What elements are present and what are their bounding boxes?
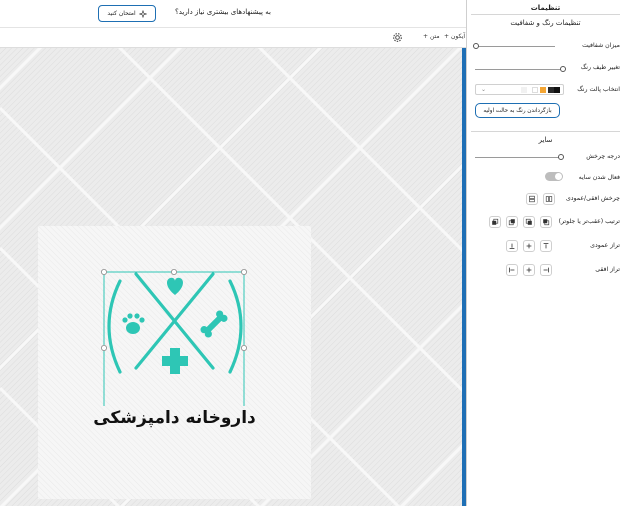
layer-icon <box>508 219 515 226</box>
opacity-slider-track[interactable] <box>475 46 555 47</box>
palette-select[interactable]: ⌄ <box>475 84 564 95</box>
palette-swatch <box>554 87 560 93</box>
align-right-icon <box>543 267 549 273</box>
palette-swatch <box>521 87 527 93</box>
palette-swatch <box>540 87 546 93</box>
shadow-label: فعال شدن سایه <box>578 174 620 181</box>
hue-label: تغییر طیف رنگ <box>580 64 620 71</box>
divider <box>471 14 620 15</box>
try-suggestions-button[interactable]: امتحان کنید <box>98 5 156 22</box>
layer-icon <box>543 219 550 226</box>
flip-label: چرخش افقی/عمودی <box>565 195 620 202</box>
flip-horizontal-icon <box>545 196 553 202</box>
artboard[interactable]: داروخانه دامپزشکی <box>38 226 311 499</box>
chevron-down-icon: ⌄ <box>481 86 487 93</box>
logo-left-arc <box>107 279 122 374</box>
vertical-align-label: تراز عمودی <box>590 242 620 249</box>
align-right-button[interactable] <box>540 264 552 276</box>
top-bar: به پیشنهادهای بیشتری نیاز دارید؟ امتحان … <box>0 0 466 28</box>
paw-icon <box>122 313 145 334</box>
layer-icon <box>525 218 532 225</box>
settings-panel: تنظیمات تنظیمات رنگ و شفافیت میزان شفافی… <box>466 0 624 506</box>
add-icon-button[interactable]: + آیکون <box>444 33 465 40</box>
align-left-icon <box>509 267 515 273</box>
opacity-label: میزان شفافیت <box>582 42 620 49</box>
rotation-slider-track[interactable] <box>475 157 560 158</box>
bring-front-button[interactable] <box>540 216 552 228</box>
heart-icon <box>167 277 183 295</box>
suggestion-prompt: به پیشنهادهای بیشتری نیاز دارید؟ <box>175 8 271 16</box>
color-section-title: تنظیمات رنگ و شفافیت <box>510 19 581 27</box>
align-bottom-button[interactable] <box>506 240 518 252</box>
palette-swatch <box>532 87 538 93</box>
logo-right-arc <box>228 279 243 374</box>
align-middle-button[interactable] <box>523 240 535 252</box>
align-center-button[interactable] <box>523 264 535 276</box>
medical-cross-icon <box>162 348 188 374</box>
design-canvas[interactable]: داروخانه دامپزشکی <box>0 48 466 506</box>
shadow-toggle[interactable] <box>545 172 563 181</box>
palette-label: انتخاب پالت رنگ <box>577 86 620 93</box>
logo-graphic[interactable] <box>38 226 311 406</box>
bone-icon <box>200 310 228 338</box>
rotation-label: درجه چرخش <box>586 153 620 160</box>
align-center-icon <box>526 267 532 273</box>
align-left-button[interactable] <box>506 264 518 276</box>
try-button-label: امتحان کنید <box>107 10 136 17</box>
editor-toolbar: + متن + آیکون <box>0 28 466 48</box>
order-label: ترتیب (عقب‌تر یا جلوتر) <box>558 218 620 225</box>
align-top-icon <box>543 243 549 249</box>
send-back-button[interactable] <box>489 216 501 228</box>
flip-vertical-icon <box>529 195 535 203</box>
layer-icon <box>492 218 499 225</box>
add-text-button[interactable]: + متن <box>423 33 440 40</box>
palette-swatch <box>548 87 554 93</box>
horizontal-align-label: تراز افقی <box>595 266 620 273</box>
panel-title: تنظیمات <box>530 4 561 12</box>
flip-vertical-button[interactable] <box>526 193 538 205</box>
align-middle-icon <box>526 243 532 249</box>
send-backward-button[interactable] <box>506 216 518 228</box>
rotation-slider-knob[interactable] <box>558 154 564 160</box>
brand-name-text[interactable]: داروخانه دامپزشکی <box>38 408 311 428</box>
align-bottom-icon <box>509 243 515 249</box>
sparkle-icon <box>138 9 147 18</box>
align-top-button[interactable] <box>540 240 552 252</box>
reset-color-button[interactable]: بازگرداندن رنگ به حالت اولیه <box>475 103 560 118</box>
hue-slider-knob[interactable] <box>560 66 566 72</box>
bring-forward-button[interactable] <box>523 216 535 228</box>
divider <box>471 131 620 132</box>
flip-horizontal-button[interactable] <box>543 193 555 205</box>
gear-icon[interactable] <box>392 32 403 43</box>
hue-slider-track[interactable] <box>475 69 565 70</box>
opacity-slider-knob[interactable] <box>473 43 479 49</box>
other-section-title: سایر <box>538 136 553 144</box>
